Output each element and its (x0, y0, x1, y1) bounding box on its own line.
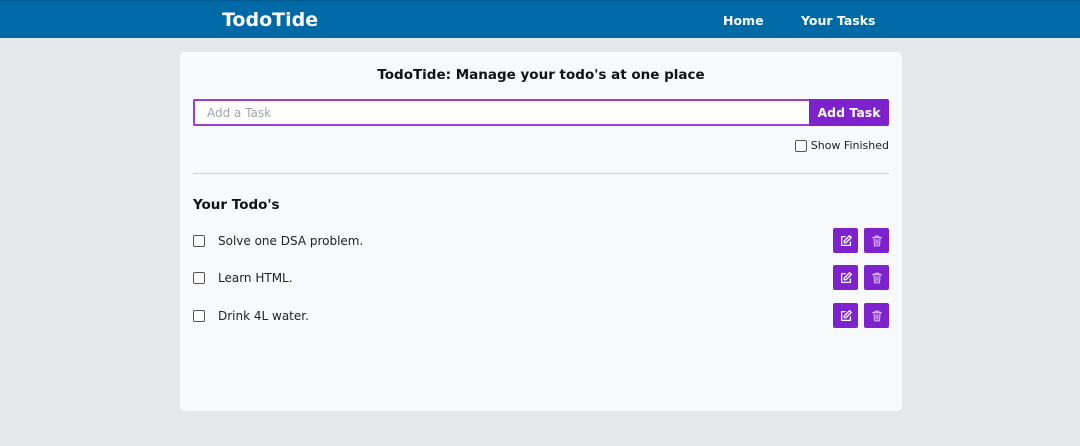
todo-item: Solve one DSA problem. (193, 228, 889, 253)
page-title: TodoTide: Manage your todo's at one plac… (377, 67, 705, 83)
delete-button[interactable] (864, 228, 889, 253)
nav-link-home[interactable]: Home (723, 13, 764, 28)
edit-button[interactable] (833, 228, 858, 253)
todo-checkbox[interactable] (193, 234, 205, 247)
nav-link-your-tasks[interactable]: Your Tasks (801, 13, 875, 28)
todo-item: Learn HTML. (193, 265, 889, 290)
show-finished-checkbox[interactable] (794, 139, 807, 152)
trash-icon (871, 272, 882, 283)
navbar: TodoTide Home Your Tasks (0, 0, 1080, 38)
todo-text: Drink 4L water. (218, 308, 309, 323)
section-title: Your Todo's (193, 197, 280, 213)
edit-icon (840, 309, 852, 321)
todo-checkbox[interactable] (193, 309, 205, 322)
todo-card: TodoTide: Manage your todo's at one plac… (180, 52, 902, 411)
edit-icon (840, 234, 852, 246)
trash-icon (871, 235, 882, 246)
show-finished-toggle[interactable]: Show Finished (794, 139, 889, 152)
edit-icon (840, 271, 852, 283)
add-task-button[interactable]: Add Task (809, 99, 889, 126)
todo-text: Solve one DSA problem. (218, 233, 364, 248)
delete-button[interactable] (864, 265, 889, 290)
show-finished-label: Show Finished (810, 139, 889, 152)
todo-item: Drink 4L water. (193, 303, 889, 328)
edit-button[interactable] (833, 303, 858, 328)
divider (193, 173, 889, 174)
add-task-input[interactable] (193, 99, 810, 126)
todo-text: Learn HTML. (218, 270, 293, 285)
edit-button[interactable] (833, 265, 858, 290)
trash-icon (871, 310, 882, 321)
delete-button[interactable] (864, 303, 889, 328)
todo-checkbox[interactable] (193, 271, 205, 284)
brand-logo[interactable]: TodoTide (222, 9, 318, 31)
